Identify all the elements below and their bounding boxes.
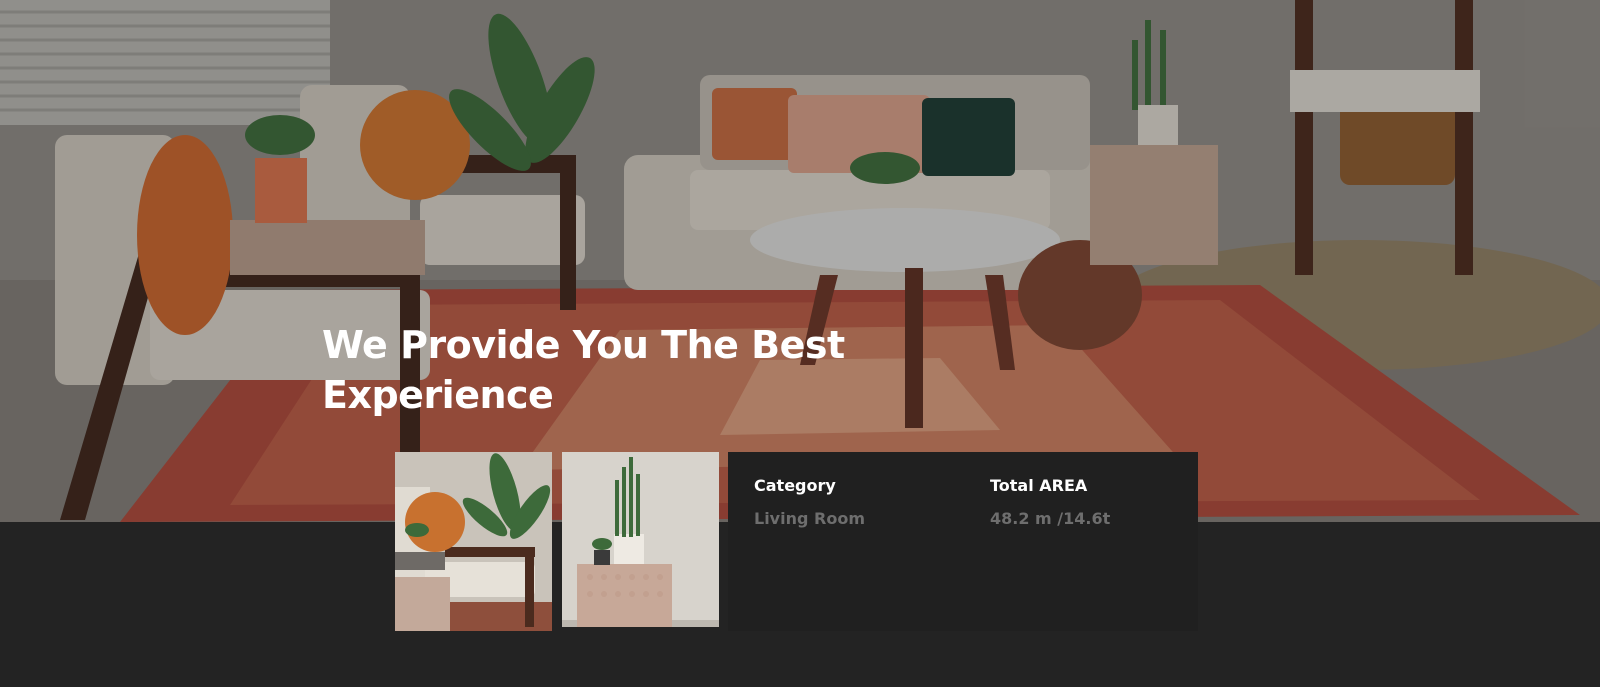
hero-title: We Provide You The Best Experience bbox=[322, 323, 845, 417]
category-label: Category bbox=[754, 476, 836, 495]
total-area-label: Total AREA bbox=[990, 476, 1088, 495]
project-details-panel: Category Living Room Total AREA 48.2 m /… bbox=[728, 452, 1198, 631]
category-detail: Category Living Room bbox=[754, 476, 865, 528]
category-value: Living Room bbox=[754, 509, 865, 528]
armchair-with-plant-photo bbox=[395, 452, 552, 631]
hero-overlay bbox=[0, 0, 1600, 522]
total-area-value: 48.2 m /14.6t bbox=[990, 509, 1111, 528]
hero-section: We Provide You The Best Experience bbox=[0, 0, 1600, 522]
gallery-thumbnail-2[interactable] bbox=[562, 452, 719, 627]
total-area-detail: Total AREA 48.2 m /14.6t bbox=[990, 476, 1110, 528]
gallery-thumbnail-1[interactable] bbox=[395, 452, 552, 631]
snake-plant-on-side-table-photo bbox=[562, 452, 719, 627]
